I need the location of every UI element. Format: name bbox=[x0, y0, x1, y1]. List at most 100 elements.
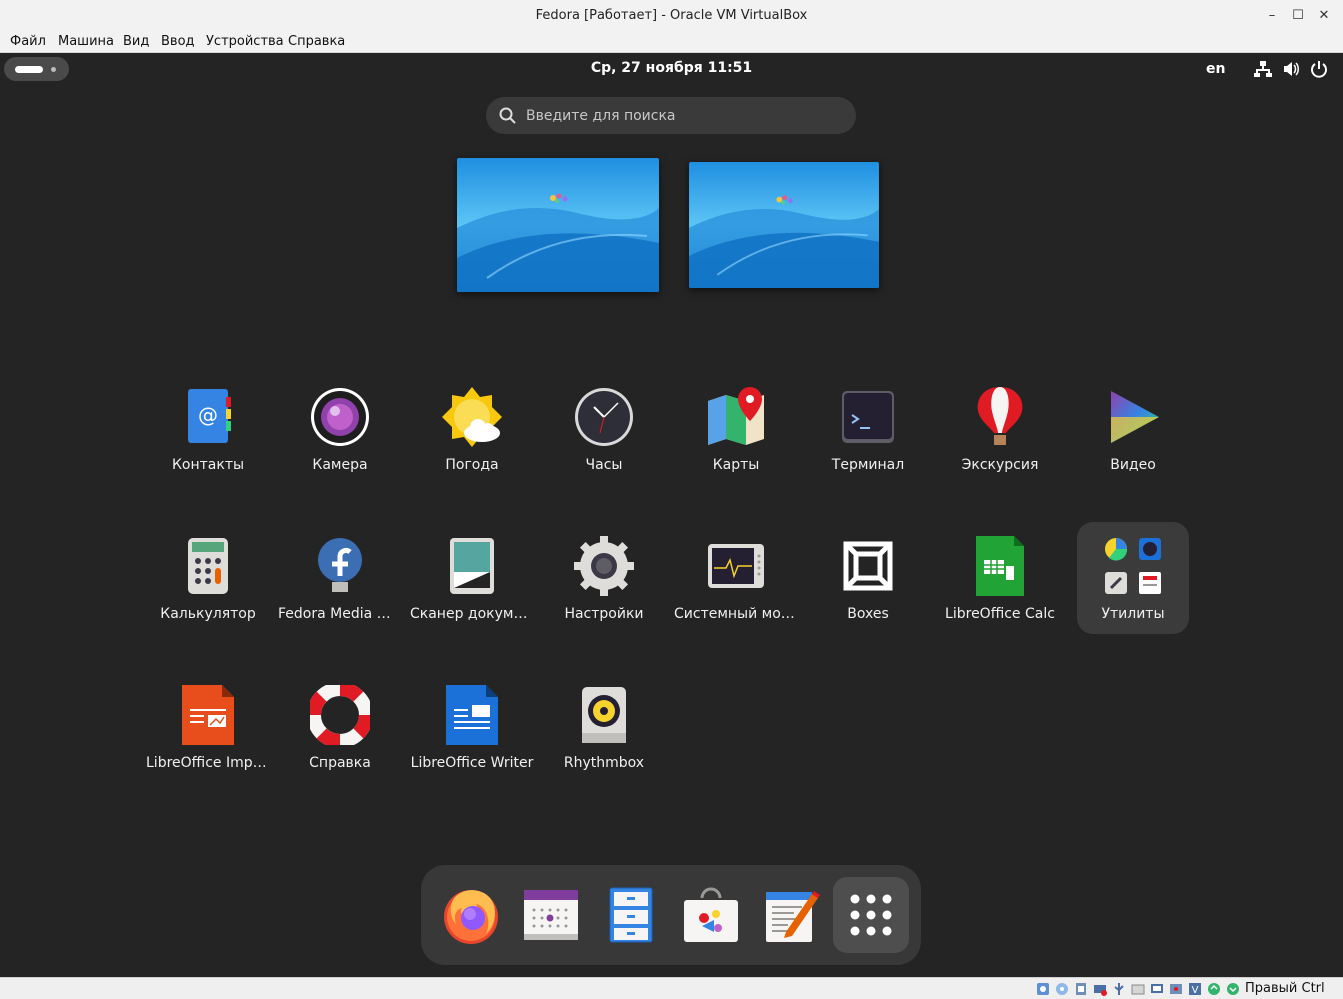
app-label: Карты bbox=[712, 457, 760, 473]
app-rhythmbox[interactable]: Rhythmbox bbox=[548, 685, 660, 797]
app-label: Rhythmbox bbox=[563, 755, 645, 771]
camera-icon bbox=[311, 388, 369, 446]
app-boxes[interactable]: Boxes bbox=[812, 536, 924, 648]
files-icon[interactable] bbox=[600, 884, 662, 946]
show-apps-icon bbox=[850, 894, 892, 936]
app-contacts[interactable]: @ Контакты bbox=[152, 387, 264, 499]
network-adapter-icon[interactable] bbox=[1092, 981, 1108, 997]
app-label: Калькулятор bbox=[160, 606, 256, 622]
display-icon[interactable] bbox=[1149, 981, 1165, 997]
app-libreoffice-writer[interactable]: LibreOffice Writer bbox=[411, 685, 533, 797]
shared-folders-icon[interactable] bbox=[1130, 981, 1146, 997]
maps-icon bbox=[708, 387, 764, 445]
app-label: Справка bbox=[309, 755, 371, 771]
search-input[interactable] bbox=[526, 97, 846, 134]
app-label: Fedora Media Writer bbox=[278, 606, 402, 622]
app-label: Boxes bbox=[847, 606, 889, 622]
svg-text:V: V bbox=[1192, 985, 1199, 996]
minimize-button[interactable]: – bbox=[1262, 6, 1282, 26]
usb-icon[interactable] bbox=[1111, 981, 1127, 997]
utilities-folder-icon bbox=[1105, 538, 1161, 594]
window-titlebar: Fedora [Работает] - Oracle VM VirtualBox… bbox=[0, 0, 1343, 32]
app-folder-utilities[interactable]: Утилиты bbox=[1077, 522, 1189, 634]
menu-file[interactable]: Файл bbox=[10, 34, 46, 49]
menu-machine[interactable]: Машина bbox=[58, 34, 114, 49]
search-bar[interactable] bbox=[486, 97, 856, 134]
software-icon[interactable] bbox=[680, 884, 742, 946]
menu-devices[interactable]: Устройства bbox=[206, 34, 284, 49]
tour-icon bbox=[977, 387, 1023, 445]
scanner-icon bbox=[450, 538, 494, 594]
network-icon[interactable] bbox=[1253, 59, 1273, 79]
system-monitor-icon bbox=[708, 544, 764, 588]
keyboard-layout-indicator[interactable]: en bbox=[1206, 61, 1225, 77]
firefox-icon[interactable] bbox=[440, 884, 502, 946]
fedora-icon bbox=[318, 538, 362, 592]
app-clocks[interactable]: Часы bbox=[548, 387, 660, 499]
terminal-icon bbox=[842, 391, 894, 443]
workspace-thumbnail-2[interactable] bbox=[689, 162, 879, 288]
gnome-topbar: Ср, 27 ноября 11:51 en bbox=[0, 53, 1343, 85]
app-settings[interactable]: Настройки bbox=[548, 536, 660, 648]
app-terminal[interactable]: Терминал bbox=[812, 387, 924, 499]
app-maps[interactable]: Карты bbox=[680, 387, 792, 499]
app-label: Утилиты bbox=[1101, 606, 1165, 622]
menu-help[interactable]: Справка bbox=[288, 34, 345, 49]
app-label: Часы bbox=[585, 457, 623, 473]
maximize-button[interactable]: ☐ bbox=[1288, 6, 1308, 26]
calendar-icon[interactable] bbox=[520, 884, 582, 946]
workspace-thumbnail-1[interactable] bbox=[457, 158, 659, 292]
guest-screen: Ср, 27 ноября 11:51 en Введите для поиск… bbox=[0, 53, 1343, 977]
clock-datetime[interactable]: Ср, 27 ноября 11:51 bbox=[0, 60, 1343, 76]
settings-icon bbox=[574, 536, 634, 596]
app-label: LibreOffice Calc bbox=[945, 606, 1055, 622]
app-tour[interactable]: Экскурсия bbox=[944, 387, 1056, 499]
vt-x-icon[interactable]: V bbox=[1187, 981, 1203, 997]
menu-view[interactable]: Вид bbox=[123, 34, 149, 49]
app-weather[interactable]: Погода bbox=[416, 387, 528, 499]
close-button[interactable]: ✕ bbox=[1314, 6, 1334, 26]
app-label: LibreOffice Impress bbox=[146, 755, 270, 771]
svg-text:@: @ bbox=[198, 403, 218, 427]
libreoffice-impress-icon bbox=[182, 685, 234, 745]
app-label: Видео bbox=[1110, 457, 1156, 473]
optical-drive-icon[interactable] bbox=[1054, 981, 1070, 997]
calculator-icon bbox=[188, 538, 228, 594]
app-document-scanner[interactable]: Сканер документов bbox=[410, 536, 534, 648]
app-system-monitor[interactable]: Системный монитор bbox=[674, 536, 798, 648]
recording-icon[interactable] bbox=[1168, 981, 1184, 997]
app-libreoffice-impress[interactable]: LibreOffice Impress bbox=[146, 685, 270, 797]
power-icon[interactable] bbox=[1309, 59, 1329, 79]
contacts-icon: @ bbox=[188, 389, 231, 443]
volume-icon[interactable] bbox=[1281, 59, 1301, 79]
app-camera[interactable]: Камера bbox=[284, 387, 396, 499]
libreoffice-writer-icon bbox=[446, 685, 498, 745]
app-calculator[interactable]: Калькулятор bbox=[152, 536, 264, 648]
app-label: LibreOffice Writer bbox=[410, 755, 534, 771]
hard-disk-icon[interactable] bbox=[1035, 981, 1051, 997]
app-libreoffice-calc[interactable]: LibreOffice Calc bbox=[944, 536, 1056, 648]
clock-icon bbox=[575, 388, 633, 446]
weather-icon bbox=[442, 387, 502, 447]
help-icon bbox=[310, 685, 370, 745]
show-apps-button[interactable] bbox=[833, 877, 909, 953]
keyboard-capture-icon[interactable] bbox=[1225, 981, 1241, 997]
video-icon bbox=[1111, 391, 1159, 443]
audio-icon[interactable] bbox=[1073, 981, 1089, 997]
window-title: Fedora [Работает] - Oracle VM VirtualBox bbox=[535, 8, 808, 23]
text-editor-icon[interactable] bbox=[760, 884, 822, 946]
app-label: Контакты bbox=[171, 457, 245, 473]
app-label: Терминал bbox=[831, 457, 905, 473]
app-help[interactable]: Справка bbox=[284, 685, 396, 797]
rhythmbox-icon bbox=[582, 687, 626, 743]
menu-input[interactable]: Ввод bbox=[161, 34, 195, 49]
dash-dock bbox=[421, 865, 921, 965]
app-label: Сканер документов bbox=[410, 606, 534, 622]
host-key-label: Правый Ctrl bbox=[1245, 981, 1325, 996]
app-label: Настройки bbox=[564, 606, 644, 622]
mouse-integration-icon[interactable] bbox=[1206, 981, 1222, 997]
app-fedora-media-writer[interactable]: Fedora Media Writer bbox=[278, 536, 402, 648]
boxes-icon bbox=[843, 541, 893, 591]
app-label: Экскурсия bbox=[961, 457, 1039, 473]
app-video[interactable]: Видео bbox=[1077, 387, 1189, 499]
